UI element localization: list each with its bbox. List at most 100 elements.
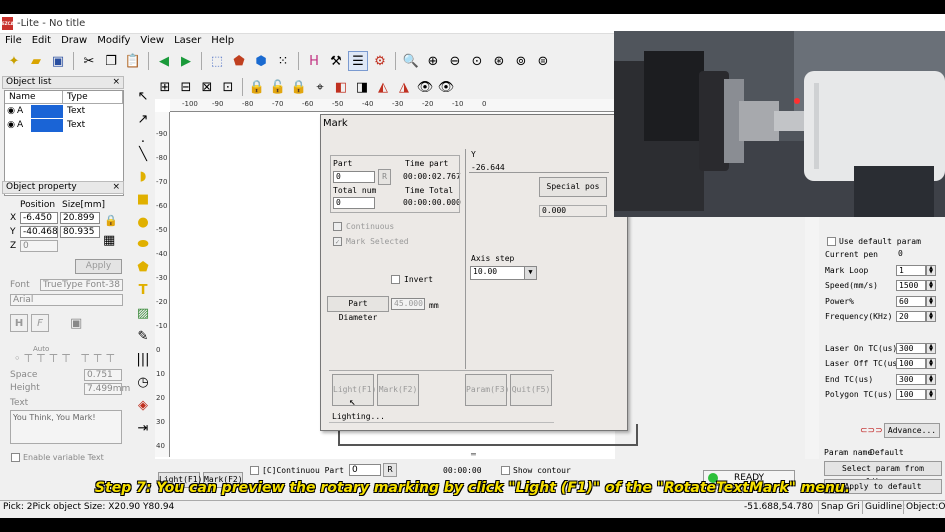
mirror-v-icon[interactable]: ◮: [394, 77, 414, 97]
laser-on-tc-field[interactable]: 300: [896, 343, 926, 354]
menu-help[interactable]: Help: [206, 34, 239, 48]
lock-all-icon[interactable]: 🔒: [289, 77, 309, 97]
lock-icon[interactable]: 🔒: [104, 214, 118, 227]
power-field[interactable]: 60: [896, 296, 926, 307]
snap-grid-icon[interactable]: ⊟: [176, 77, 196, 97]
list-item[interactable]: ◉ A Text: [5, 118, 123, 132]
laser-on-tc-stepper[interactable]: ▲ ▼: [926, 343, 936, 354]
save-icon[interactable]: ▣: [70, 316, 82, 331]
mark-loop-stepper[interactable]: ▲ ▼: [926, 265, 936, 276]
undo-icon[interactable]: ◀: [154, 51, 174, 71]
status-object[interactable]: Object:O: [903, 501, 945, 514]
eye-icon[interactable]: ◉: [5, 106, 17, 116]
chevron-down-icon[interactable]: ▼: [524, 267, 536, 279]
zoom-out-icon[interactable]: ⊖: [445, 51, 465, 71]
x-position-field[interactable]: -6.450: [20, 212, 58, 224]
zoom-all-icon[interactable]: ⊙: [467, 51, 487, 71]
close-icon[interactable]: ×: [112, 182, 120, 193]
special-pos-button[interactable]: Special pos: [539, 177, 607, 197]
y-position-field[interactable]: -40.468: [20, 226, 58, 238]
advance-button[interactable]: Advance...: [884, 423, 940, 438]
grid-icon[interactable]: ▦: [103, 233, 115, 248]
order-icon[interactable]: ◧: [331, 77, 351, 97]
y-size-field[interactable]: 80.935: [60, 226, 100, 238]
select-box-icon[interactable]: ⬚: [207, 51, 227, 71]
param-button[interactable]: Param(F3): [465, 374, 509, 406]
list-item[interactable]: ◉ A Text: [5, 104, 123, 118]
group-icon[interactable]: ⬟: [229, 51, 249, 71]
font-type-select[interactable]: TrueType Font-38: [40, 279, 123, 291]
continuous-checkbox[interactable]: [333, 222, 342, 231]
polygon-tc-field[interactable]: 100: [896, 389, 926, 400]
node-edit-icon[interactable]: ↗: [133, 109, 153, 129]
ungroup-icon[interactable]: ⬢: [251, 51, 271, 71]
unlock-icon[interactable]: 🔓: [268, 77, 288, 97]
continuous-part-checkbox[interactable]: [250, 466, 259, 475]
circle-icon[interactable]: ●: [133, 212, 153, 232]
scroll-arrows[interactable]: ═: [471, 450, 476, 459]
laser-off-tc-stepper[interactable]: ▲ ▼: [926, 358, 936, 369]
align-options[interactable]: ◦⊤⊤⊤⊤ ⊤⊤⊤: [14, 352, 118, 365]
end-tc-field[interactable]: 300: [896, 374, 926, 385]
speed-field[interactable]: 1500: [896, 280, 926, 291]
extend-axis-icon[interactable]: ⇥: [133, 418, 153, 438]
line-icon[interactable]: ╲: [133, 144, 153, 164]
special-pos-field[interactable]: 0.000: [539, 205, 607, 217]
timer-icon[interactable]: ◷: [133, 372, 153, 392]
mark-loop-field[interactable]: 1: [896, 265, 926, 276]
lock-icon[interactable]: 🔒: [247, 77, 267, 97]
frequency-field[interactable]: 20: [896, 311, 926, 322]
x-size-field[interactable]: 20.899: [60, 212, 100, 224]
ellipse-icon[interactable]: ⬬: [133, 234, 153, 254]
menu-view[interactable]: View: [135, 34, 169, 48]
zoom-fit-icon[interactable]: ⊚: [511, 51, 531, 71]
speed-stepper[interactable]: ▲ ▼: [926, 280, 936, 291]
mark-selected-checkbox[interactable]: ✓: [333, 237, 342, 246]
show-contour-checkbox[interactable]: [501, 466, 510, 475]
arrange-icon[interactable]: ◨: [352, 77, 372, 97]
open-file-icon[interactable]: ▰: [26, 51, 46, 71]
node-icon[interactable]: ⁙: [273, 51, 293, 71]
font-name-select[interactable]: Arial: [10, 294, 123, 306]
io-icon[interactable]: ◈: [133, 395, 153, 415]
bitmap-icon[interactable]: ▨: [133, 303, 153, 323]
barcode-icon[interactable]: |||: [133, 349, 153, 369]
menu-edit[interactable]: Edit: [27, 34, 56, 48]
redo-icon[interactable]: ▶: [176, 51, 196, 71]
column-name[interactable]: Name: [5, 91, 63, 103]
current-pen-field[interactable]: 0: [896, 249, 936, 260]
new-file-icon[interactable]: ✦: [4, 51, 24, 71]
hatch-icon[interactable]: H: [304, 51, 324, 71]
mirror-h-icon[interactable]: ◭: [373, 77, 393, 97]
power-stepper[interactable]: ▲ ▼: [926, 296, 936, 307]
axis-step-select[interactable]: 10.00 ▼: [470, 266, 537, 280]
measure-icon[interactable]: ⌖: [310, 77, 330, 97]
paste-icon[interactable]: 📋: [123, 51, 143, 71]
part-diameter-button[interactable]: Part Diameter: [327, 296, 389, 322]
menu-modify[interactable]: Modify: [92, 34, 135, 48]
pointer-icon[interactable]: ↖: [133, 86, 153, 106]
view-icon[interactable]: 👁: [415, 77, 435, 97]
polygon-tc-stepper[interactable]: ▲ ▼: [926, 389, 936, 400]
status-snap[interactable]: Snap Gri: [818, 501, 860, 514]
bottom-part-field[interactable]: 0: [349, 464, 381, 476]
frequency-stepper[interactable]: ▲ ▼: [926, 311, 936, 322]
select-param-button[interactable]: Select param from library: [824, 461, 942, 486]
text-tool-icon[interactable]: T: [133, 280, 153, 300]
z-position-field[interactable]: 0: [20, 240, 58, 252]
vector-file-icon[interactable]: ✎: [133, 326, 153, 346]
snap-node-icon[interactable]: ⊠: [197, 77, 217, 97]
param-list-icon[interactable]: ☰: [348, 51, 368, 71]
part-diameter-field[interactable]: 45.000: [391, 298, 425, 310]
grid-icon[interactable]: ⊞: [155, 77, 175, 97]
italic-icon[interactable]: F: [31, 314, 49, 332]
end-tc-stepper[interactable]: ▲ ▼: [926, 374, 936, 385]
eye-icon[interactable]: ◉: [5, 120, 17, 130]
zoom-icon[interactable]: 🔍: [401, 51, 421, 71]
zoom-in-icon[interactable]: ⊕: [423, 51, 443, 71]
tools-icon[interactable]: ⚒: [326, 51, 346, 71]
copy-icon[interactable]: ❐: [101, 51, 121, 71]
cut-icon[interactable]: ✂: [79, 51, 99, 71]
quit-button[interactable]: Quit(F5): [510, 374, 552, 406]
snap-object-icon[interactable]: ⊡: [218, 77, 238, 97]
